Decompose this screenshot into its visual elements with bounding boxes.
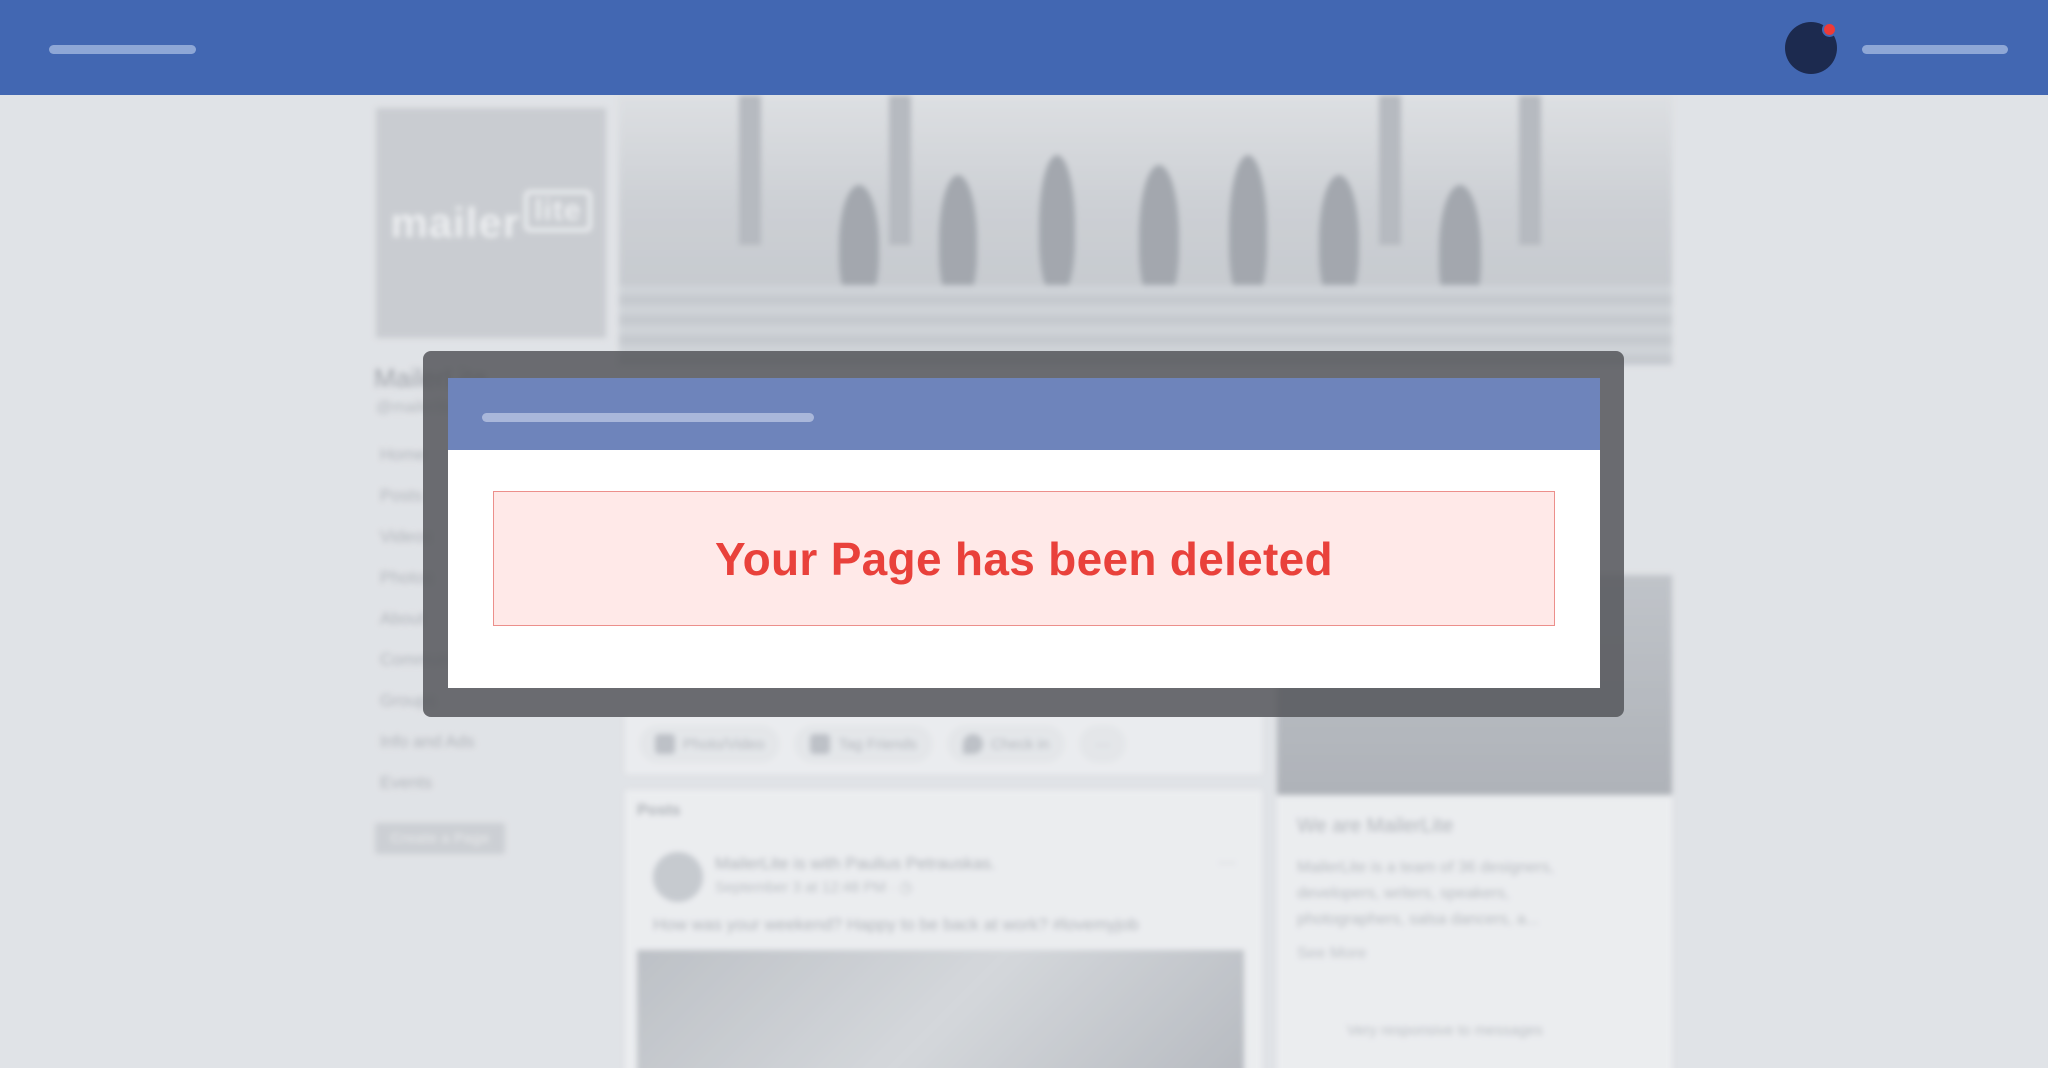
account-avatar-button[interactable] — [1785, 22, 1837, 74]
modal-backdrop-frame: Your Page has been deleted — [423, 351, 1624, 717]
topbar-left-placeholder[interactable] — [49, 45, 196, 54]
dialog-header — [448, 378, 1600, 450]
topbar-right-placeholder[interactable] — [1862, 45, 2008, 54]
top-navigation-bar — [0, 0, 2048, 95]
notification-dot-icon — [1822, 22, 1837, 37]
page-deleted-dialog: Your Page has been deleted — [448, 378, 1600, 688]
error-alert-box: Your Page has been deleted — [493, 491, 1555, 626]
dialog-title-placeholder — [482, 413, 814, 422]
page-deleted-message: Your Page has been deleted — [715, 532, 1333, 585]
